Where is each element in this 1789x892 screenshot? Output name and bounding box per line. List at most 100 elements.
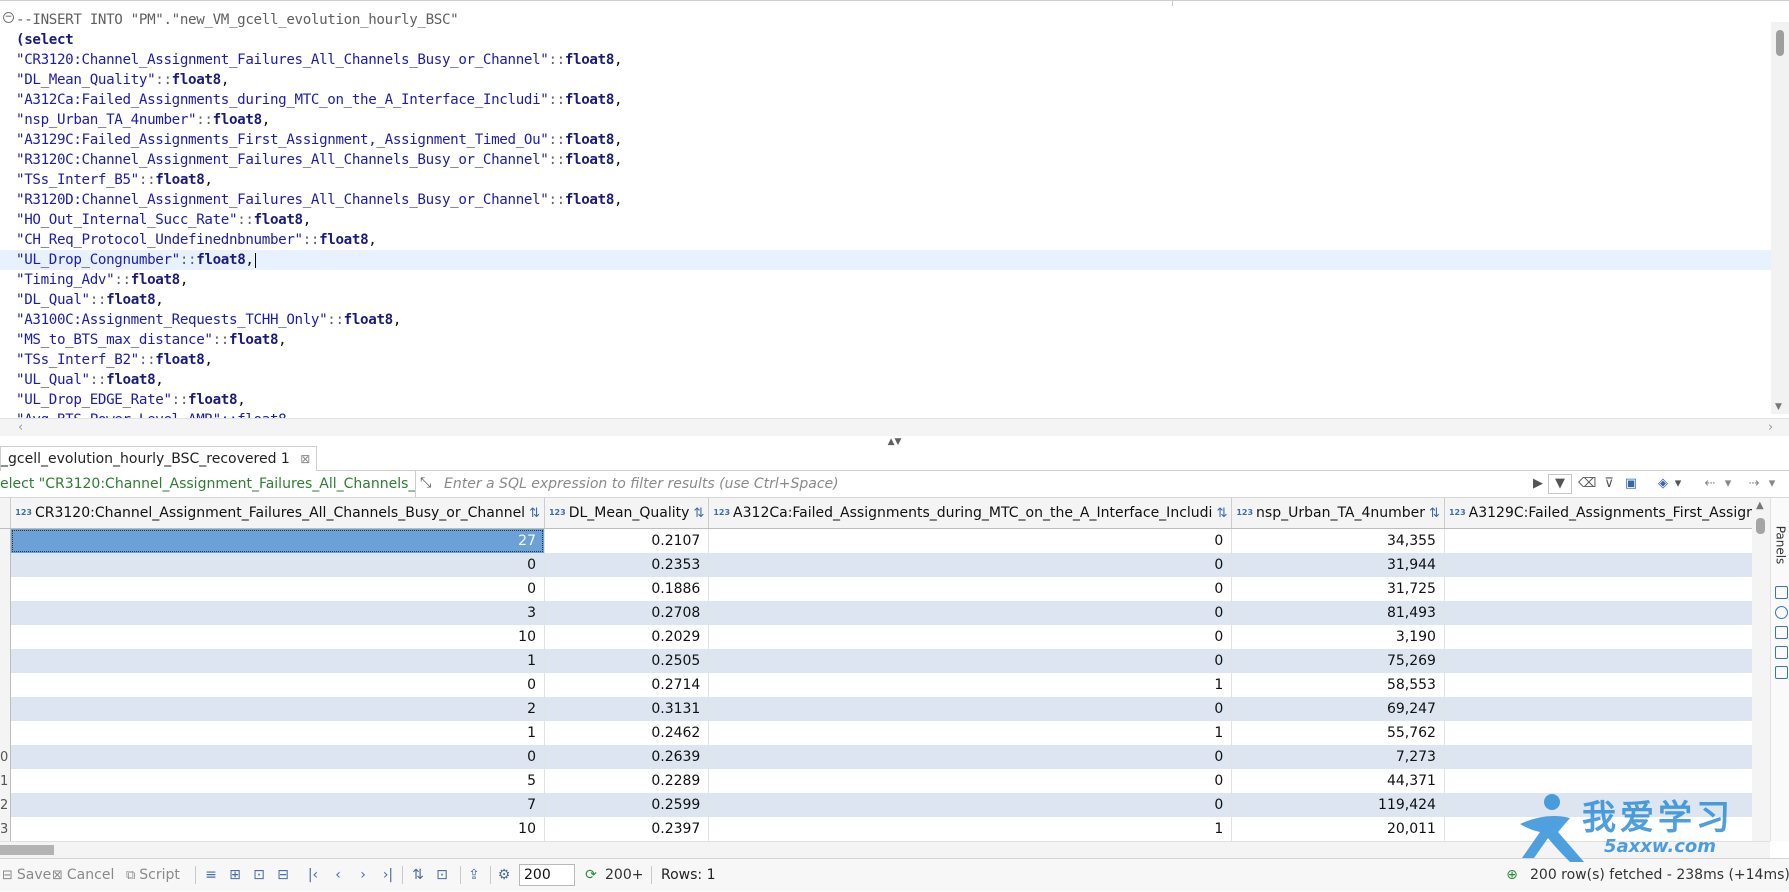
table-cell[interactable]: 7,273 [1231, 745, 1445, 769]
sql-code[interactable]: − --INSERT INTO "PM"."new_VM_gcell_evolut… [0, 10, 1780, 418]
sql-line[interactable]: "UL_Drop_EDGE_Rate"::float8, [0, 390, 1780, 410]
fetch-more-button[interactable]: 200+ [605, 859, 643, 891]
table-cell[interactable]: 0 [1444, 553, 1752, 577]
splitter-arrows-icon[interactable]: ▲▼ [888, 437, 902, 447]
table-cell[interactable]: 1 [708, 721, 1233, 745]
table-cell[interactable]: 0 [708, 528, 1233, 553]
table-cell[interactable]: 27 [10, 528, 545, 553]
table-cell[interactable]: 0 [708, 577, 1233, 601]
refresh-icon[interactable]: ⟳ [583, 867, 599, 883]
close-icon[interactable]: ⊠ [300, 452, 310, 466]
sql-line[interactable]: "TSs_Interf_B2"::float8, [0, 350, 1780, 370]
sql-line[interactable]: "CR3120:Channel_Assignment_Failures_All_… [0, 50, 1780, 70]
row-number-cell[interactable] [0, 601, 12, 625]
table-cell[interactable]: 2 [10, 697, 545, 721]
back-icon[interactable]: ⇠ [1702, 474, 1718, 494]
editor-horizontal-scrollbar[interactable]: ‹ › [0, 418, 1789, 437]
fold-toggle-icon[interactable]: − [3, 12, 14, 23]
first-page-icon[interactable]: |‹ [305, 867, 321, 883]
table-cell[interactable]: 0 [708, 553, 1233, 577]
table-cell[interactable]: 44,371 [1231, 769, 1445, 793]
fetch-size-input[interactable] [519, 864, 575, 886]
table-cell[interactable]: 0 [1444, 528, 1752, 553]
column-header[interactable]: 123 A3129C:Failed_Assignments_First_Assig… [1444, 498, 1752, 529]
column-header[interactable]: 123 nsp_Urban_TA_4number ⇅ [1231, 498, 1445, 529]
table-cell[interactable]: 0.2714 [544, 673, 710, 697]
sort-icon[interactable]: ⇅ [1212, 506, 1230, 521]
table-cell[interactable]: 0.2289 [544, 769, 710, 793]
table-cell[interactable]: 0.2639 [544, 745, 710, 769]
sort-icon[interactable]: ⇅ [689, 506, 707, 521]
row-number-cell[interactable]: 3 [0, 817, 12, 841]
row-number-cell[interactable] [0, 528, 12, 553]
row-number-cell[interactable]: 1 [0, 769, 12, 793]
sql-line[interactable]: "DL_Mean_Quality"::float8, [0, 70, 1780, 90]
table-row[interactable]: 270.2107034,355000.0517 [0, 528, 1752, 553]
table-cell[interactable]: 58,553 [1231, 673, 1445, 697]
sql-line-current[interactable]: "UL_Drop_Congnumber"::float8, [0, 250, 1780, 270]
table-cell[interactable]: 0.2397 [544, 817, 710, 841]
table-cell[interactable]: 0 [708, 697, 1233, 721]
table-cell[interactable]: 0.2107 [544, 528, 710, 553]
sql-line[interactable]: "CH_Req_Protocol_Undefinednbnumber"::flo… [0, 230, 1780, 250]
table-row[interactable]: 3100.2397120,011000.2469 [0, 817, 1752, 841]
back-dropdown-icon[interactable]: ▾ [1722, 474, 1734, 494]
table-row[interactable]: 100.202903,190000.0003 [0, 625, 1752, 649]
row-number-cell[interactable] [0, 697, 12, 721]
table-row[interactable]: 20.3131069,247000 [0, 697, 1752, 721]
table-cell[interactable]: 0 [1444, 625, 1752, 649]
table-row[interactable]: 10.2462155,762100.0004 [0, 721, 1752, 745]
table-row[interactable]: 270.25990119,424000.0002 [0, 793, 1752, 817]
table-cell[interactable]: 0 [1444, 817, 1752, 841]
table-cell[interactable]: 119,424 [1231, 793, 1445, 817]
column-header[interactable]: 123 A312Ca:Failed_Assignments_during_MTC_… [708, 498, 1233, 529]
table-cell[interactable]: 3 [10, 601, 545, 625]
table-cell[interactable]: 1 [10, 649, 545, 673]
filter-history-dropdown-icon[interactable]: ▼ [1548, 474, 1572, 494]
editor-vertical-scrollbar[interactable]: ▼ [1771, 22, 1789, 414]
grid-scroll-thumb[interactable] [1756, 518, 1765, 534]
table-cell[interactable]: 0 [1444, 745, 1752, 769]
sql-line[interactable]: "UL_Qual"::float8, [0, 370, 1780, 390]
sql-line[interactable]: "R3120C:Channel_Assignment_Failures_All_… [0, 150, 1780, 170]
scroll-right-arrow-icon[interactable]: › [1768, 420, 1773, 435]
scroll-down-arrow-icon[interactable]: ▼ [1775, 402, 1782, 412]
row-number-cell[interactable] [0, 649, 12, 673]
table-cell[interactable]: 0 [708, 769, 1233, 793]
table-cell[interactable]: 0 [708, 745, 1233, 769]
fit-columns-icon[interactable]: ⊡ [434, 867, 450, 883]
sql-line[interactable]: (select [0, 30, 1780, 50]
panels-label[interactable]: Panels [1773, 526, 1787, 565]
table-cell[interactable]: 0 [708, 601, 1233, 625]
editor-scroll-thumb[interactable] [1776, 30, 1784, 56]
refresh-mode-icon[interactable]: ⇅ [410, 867, 426, 883]
column-header[interactable]: 123 DL_Mean_Quality ⇅ [544, 498, 710, 529]
table-cell[interactable]: 0 [1444, 697, 1752, 721]
table-cell[interactable]: 31,944 [1231, 553, 1445, 577]
forward-dropdown-icon[interactable]: ▾ [1766, 474, 1778, 494]
side-panels[interactable]: Panels [1770, 498, 1789, 841]
filter-icon[interactable]: ⊽ [1600, 474, 1618, 494]
next-page-icon[interactable]: › [355, 867, 371, 883]
script-button[interactable]: ⧉ Script [126, 859, 180, 891]
table-cell[interactable]: 0 [708, 649, 1233, 673]
link-icon[interactable]: ◈ [1654, 474, 1672, 494]
table-cell[interactable]: 0.2708 [544, 601, 710, 625]
results-tab[interactable]: _gcell_evolution_hourly_BSC_recovered 1 … [0, 446, 318, 471]
table-cell[interactable]: 20,011 [1231, 817, 1445, 841]
sql-line[interactable]: "Avg_BTS_Power_Level_AMR"::float8, [0, 410, 1780, 418]
table-cell[interactable]: 0 [10, 553, 545, 577]
table-cell[interactable]: 1 [708, 673, 1233, 697]
cancel-button[interactable]: ⊠ Cancel [52, 859, 114, 891]
table-cell[interactable]: 0 [1444, 601, 1752, 625]
sql-line[interactable]: "nsp_Urban_TA_4number"::float8, [0, 110, 1780, 130]
table-cell[interactable]: 3,190 [1231, 625, 1445, 649]
table-cell[interactable]: 0 [708, 625, 1233, 649]
table-row[interactable]: 00.2353031,944000.0018 [0, 553, 1752, 577]
row-number-cell[interactable]: 2 [0, 793, 12, 817]
table-cell[interactable]: 0 [10, 673, 545, 697]
metadata-icon[interactable] [1775, 626, 1788, 639]
apply-filter-icon[interactable]: ▶ [1531, 474, 1545, 494]
column-header[interactable]: 123 CR3120:Channel_Assignment_Failures_Al… [10, 498, 545, 529]
row-number-cell[interactable] [0, 625, 12, 649]
